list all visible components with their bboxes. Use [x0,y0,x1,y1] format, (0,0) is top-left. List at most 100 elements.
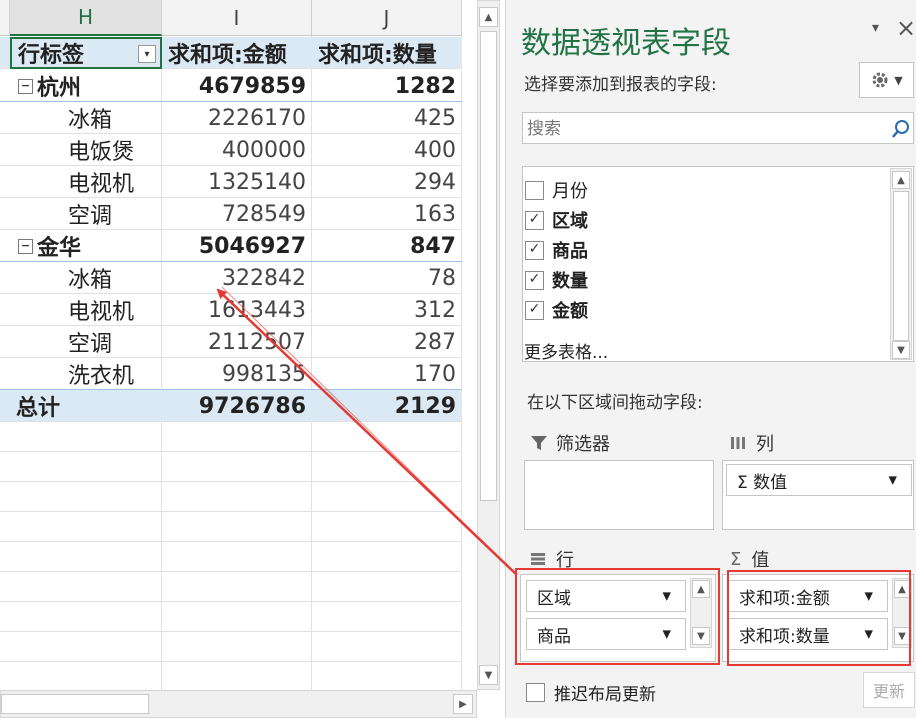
filter-dropdown-icon[interactable]: ▾ [138,45,156,63]
update-button[interactable]: 更新 [863,672,915,708]
qty-cell[interactable]: 170 [312,358,462,390]
row-label-cell[interactable]: 洗衣机 [10,358,162,390]
vertical-scrollbar[interactable]: ▲ ▼ [477,0,500,690]
checkbox-checked[interactable]: ✓ [525,210,544,230]
row-label-cell[interactable]: 电视机 [10,294,162,326]
row-label-cell[interactable]: − 杭州 [10,70,162,102]
qty-cell[interactable]: 312 [312,294,462,326]
empty-row[interactable] [0,482,462,512]
zone-label-text: 筛选器 [556,434,610,455]
search-box[interactable] [522,112,914,145]
qty-cell[interactable]: 425 [312,102,462,134]
highlight-box [515,568,720,665]
chevron-down-icon[interactable]: ▼ [889,474,897,487]
amount-cell[interactable]: 998135 [162,358,312,390]
spreadsheet[interactable]: H I J 行标签 ▾ 求和项:金额 求和项:数量 − 杭州 4679859 1282… [0,0,500,718]
amount-cell[interactable]: 4679859 [162,70,312,102]
scroll-up-button[interactable]: ▲ [892,171,910,189]
column-header-h[interactable]: H [10,0,162,36]
values-zone-label: Σ 值 [730,546,769,572]
scroll-right-button[interactable]: ▶ [453,694,473,714]
field-item[interactable]: ✓ 数量 [525,265,588,295]
empty-row[interactable] [0,572,462,602]
field-list-scrollbar[interactable]: ▲ ▼ [890,168,912,360]
qty-cell[interactable]: 287 [312,326,462,358]
total-label: 总计 [16,396,61,421]
amount-cell[interactable]: 1613443 [162,294,312,326]
qty-cell[interactable]: 1282 [312,70,462,102]
columns-icon [731,437,745,449]
row-label-cell[interactable]: 冰箱 [10,262,162,294]
amount-cell[interactable]: 2226170 [162,102,312,134]
empty-row[interactable] [0,602,462,632]
row-header-corner [0,0,10,36]
pane-menu-icon[interactable]: ▾ [872,20,879,36]
qty-cell[interactable]: 294 [312,166,462,198]
pivot-item-row: 洗衣机 998135 170 [0,358,462,390]
row-label-text: 金华 [37,236,82,261]
scroll-up-button[interactable]: ▲ [479,7,498,27]
empty-row[interactable] [0,512,462,542]
checkbox-checked[interactable]: ✓ [525,240,544,260]
columns-item-values[interactable]: Σ 数值 ▼ [726,464,912,496]
row-label-text: 电视机 [68,172,135,197]
defer-update-checkbox[interactable] [526,683,545,702]
field-item[interactable]: 月份 [525,175,588,205]
filter-icon [531,436,547,450]
scroll-thumb[interactable] [480,31,497,501]
filter-zone[interactable] [524,460,714,530]
amount-cell[interactable]: 728549 [162,198,312,230]
defer-update-option[interactable]: 推迟布局更新 [526,680,656,705]
checkbox-checked[interactable]: ✓ [525,300,544,320]
pivot-item-row: 冰箱 322842 78 [0,262,462,294]
row-label-cell[interactable]: 冰箱 [10,102,162,134]
checkbox-unchecked[interactable] [525,180,544,200]
column-header-j[interactable]: J [312,0,462,36]
field-item[interactable]: ✓ 金额 [525,295,588,325]
qty-cell[interactable]: 78 [312,262,462,294]
scroll-thumb[interactable] [893,191,909,341]
column-letter: H [77,5,94,29]
more-tables-link[interactable]: 更多表格... [524,338,608,363]
row-label-cell[interactable]: 空调 [10,198,162,230]
row-label-cell[interactable]: 电饭煲 [10,134,162,166]
pivot-item-row: 冰箱 2226170 425 [0,102,462,134]
qty-cell[interactable]: 400 [312,134,462,166]
search-icon[interactable] [891,119,911,139]
pivot-item-row: 电视机 1613443 312 [0,294,462,326]
column-letter: J [383,5,390,30]
amount-cell[interactable]: 5046927 [162,230,312,262]
field-name: 数量 [552,271,588,292]
empty-row[interactable] [0,632,462,662]
amount-cell[interactable]: 2112507 [162,326,312,358]
row-label-text: 电视机 [68,300,135,325]
amount-cell[interactable]: 1325140 [162,166,312,198]
choose-fields-label: 选择要添加到报表的字段: [524,75,717,95]
row-label-cell[interactable]: 空调 [10,326,162,358]
search-input[interactable] [523,113,879,145]
empty-row[interactable] [0,452,462,482]
empty-row[interactable] [0,542,462,572]
collapse-icon[interactable]: − [18,238,33,254]
close-icon[interactable]: × [896,14,916,42]
horizontal-scrollbar[interactable]: ▶ [0,690,477,718]
scroll-thumb[interactable] [1,694,149,714]
row-labels-cell[interactable]: 行标签 ▾ [10,37,162,69]
column-header-i[interactable]: I [162,0,312,36]
row-label-cell[interactable]: − 金华 [10,230,162,262]
amount-cell[interactable]: 322842 [162,262,312,294]
scroll-down-button[interactable]: ▼ [479,665,498,685]
scroll-down-button[interactable]: ▼ [892,341,910,359]
empty-row[interactable] [0,422,462,452]
field-name: 月份 [552,181,588,202]
collapse-icon[interactable]: − [18,78,33,94]
qty-cell[interactable]: 163 [312,198,462,230]
tools-button[interactable]: ▼ [859,62,914,98]
empty-row[interactable] [0,662,462,692]
checkbox-checked[interactable]: ✓ [525,270,544,290]
amount-cell[interactable]: 400000 [162,134,312,166]
field-item[interactable]: ✓ 商品 [525,235,588,265]
qty-cell[interactable]: 847 [312,230,462,262]
row-label-cell[interactable]: 电视机 [10,166,162,198]
field-item[interactable]: ✓ 区域 [525,205,588,235]
